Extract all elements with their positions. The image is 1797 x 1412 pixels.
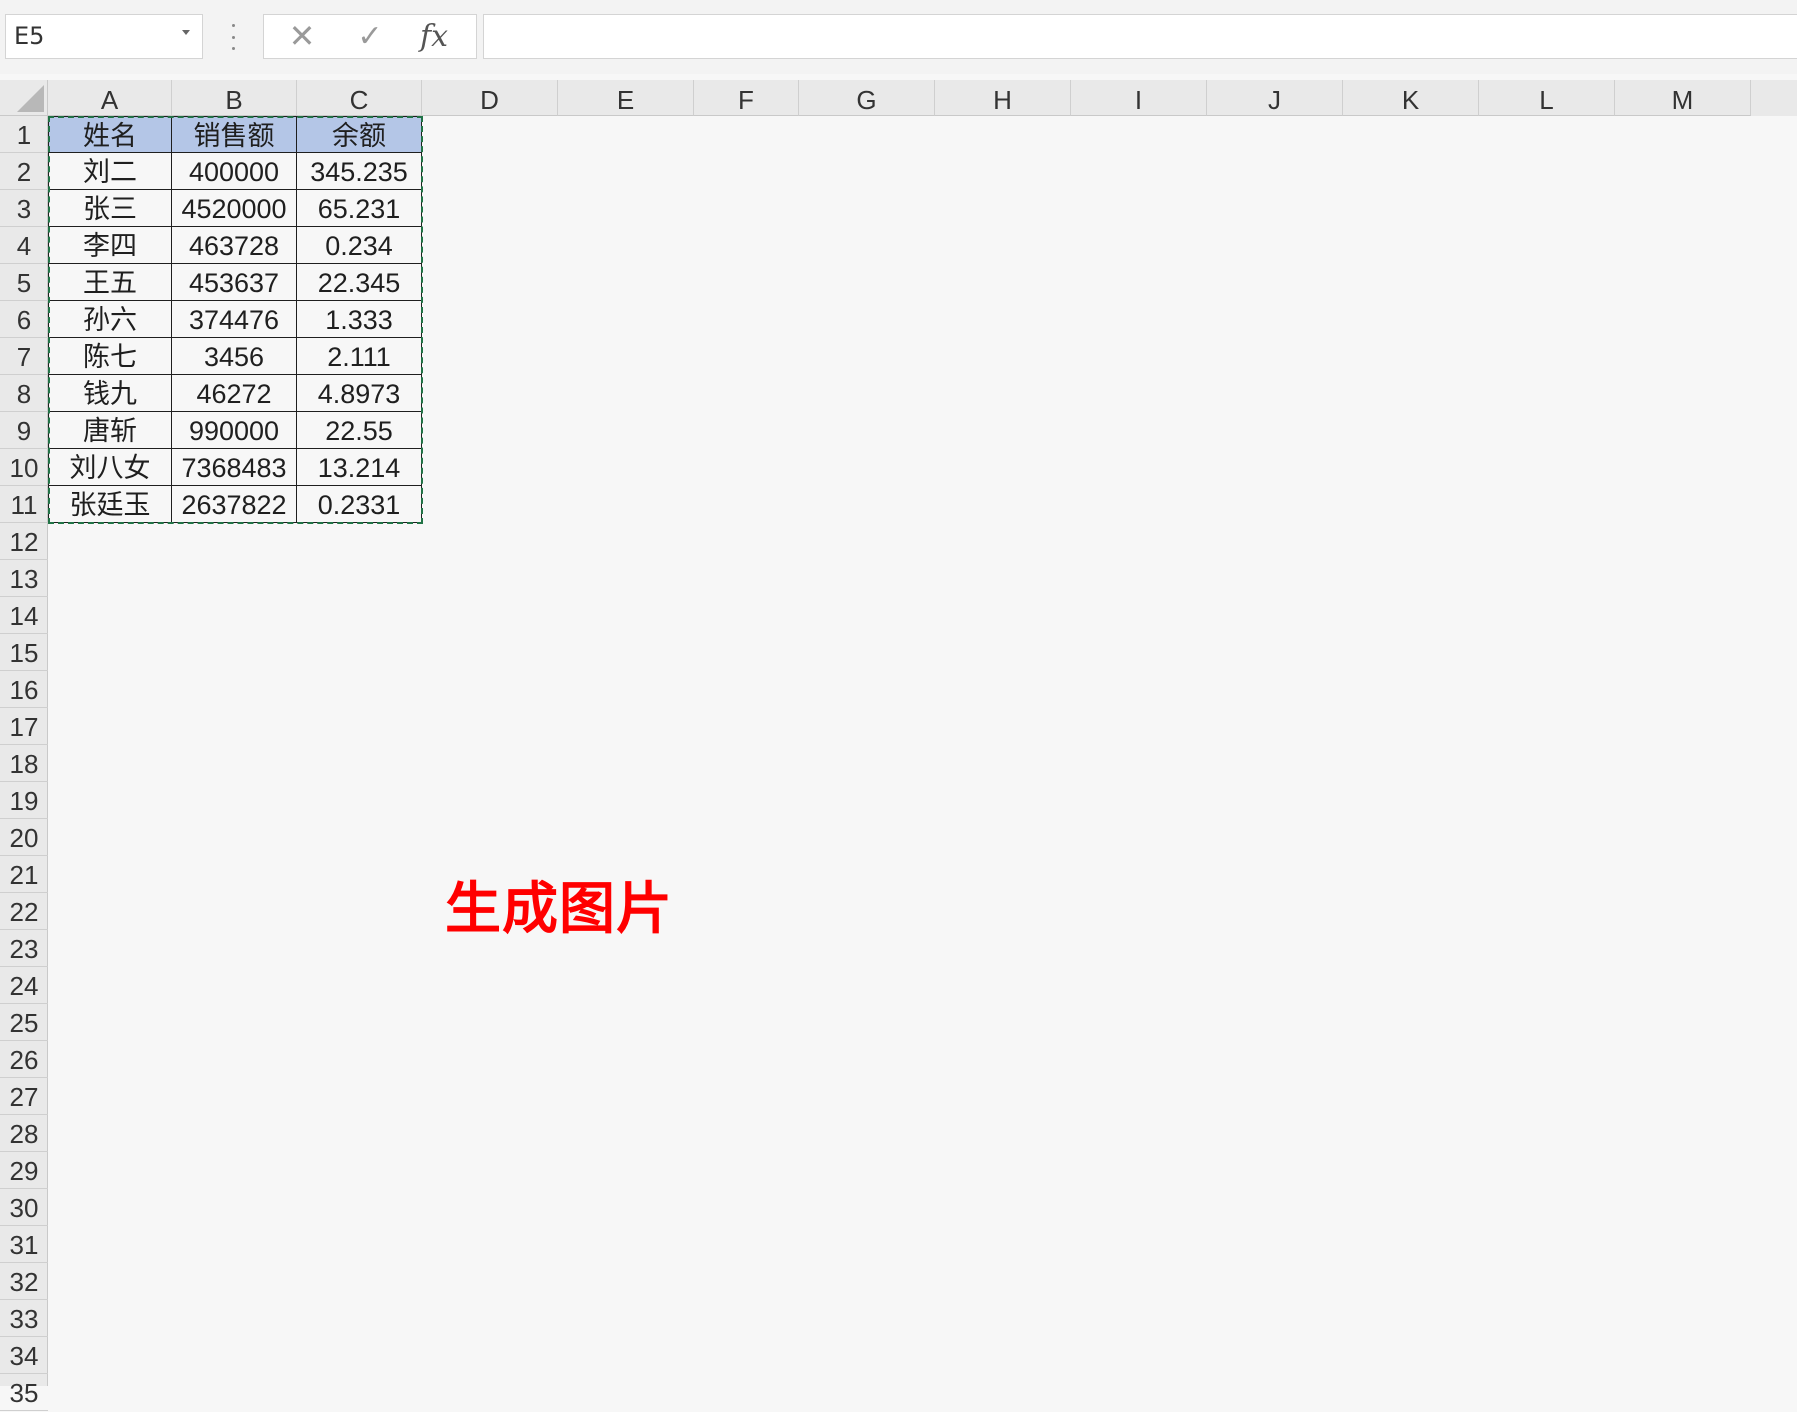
row-header-20[interactable]: 20 — [0, 819, 48, 856]
row-header-32[interactable]: 32 — [0, 1263, 48, 1300]
row-header-10[interactable]: 10 — [0, 449, 48, 486]
column-header-f[interactable]: F — [694, 80, 799, 116]
row-header-28[interactable]: 28 — [0, 1115, 48, 1152]
table-header-cell[interactable]: 销售额 — [172, 116, 297, 153]
table-cell[interactable]: 13.214 — [297, 449, 422, 486]
row-header-23[interactable]: 23 — [0, 930, 48, 967]
table-cell[interactable]: 990000 — [172, 412, 297, 449]
table-cell[interactable]: 4520000 — [172, 190, 297, 227]
column-header-d[interactable]: D — [422, 80, 558, 116]
table-cell[interactable]: 0.234 — [297, 227, 422, 264]
confirm-icon[interactable]: ✓ — [340, 15, 400, 58]
row-header-7[interactable]: 7 — [0, 338, 48, 375]
column-header-l[interactable]: L — [1479, 80, 1615, 116]
table-cell[interactable]: 22.345 — [297, 264, 422, 301]
table-cell[interactable]: 刘八女 — [48, 449, 172, 486]
column-header-g[interactable]: G — [799, 80, 935, 116]
row-header-1[interactable]: 1 — [0, 116, 48, 153]
table-cell[interactable]: 张廷玉 — [48, 486, 172, 523]
formula-buttons: ✕ ✓ fx — [263, 14, 477, 59]
column-header-k[interactable]: K — [1343, 80, 1479, 116]
column-header-e[interactable]: E — [558, 80, 694, 116]
column-header-c[interactable]: C — [297, 80, 422, 116]
row-header-21[interactable]: 21 — [0, 856, 48, 893]
worksheet-grid[interactable]: 姓名 销售额 余额 刘二 400000 345.235 张三 4520000 65.231 李四 4… — [48, 116, 1797, 1386]
row-header-29[interactable]: 29 — [0, 1152, 48, 1189]
column-header-h[interactable]: H — [935, 80, 1071, 116]
select-all-button[interactable] — [0, 80, 48, 116]
table-cell[interactable]: 刘二 — [48, 153, 172, 190]
column-header-a[interactable]: A — [48, 80, 172, 116]
annotation-text: 生成图片 — [445, 877, 673, 942]
row-header-17[interactable]: 17 — [0, 708, 48, 745]
row-header-26[interactable]: 26 — [0, 1041, 48, 1078]
row-header-5[interactable]: 5 — [0, 264, 48, 301]
insert-function-icon[interactable]: fx — [404, 15, 464, 58]
chevron-down-icon[interactable] — [182, 30, 190, 35]
column-header-row: ABCDEFGHIJKLM — [48, 80, 1797, 116]
row-header-30[interactable]: 30 — [0, 1189, 48, 1226]
table-cell[interactable]: 7368483 — [172, 449, 297, 486]
row-header-14[interactable]: 14 — [0, 597, 48, 634]
table-cell[interactable]: 463728 — [172, 227, 297, 264]
row-header-3[interactable]: 3 — [0, 190, 48, 227]
table-cell[interactable]: 陈七 — [48, 338, 172, 375]
formula-input[interactable] — [483, 14, 1797, 59]
row-header-11[interactable]: 11 — [0, 486, 48, 523]
row-header-19[interactable]: 19 — [0, 782, 48, 819]
table-cell[interactable]: 3456 — [172, 338, 297, 375]
row-header-6[interactable]: 6 — [0, 301, 48, 338]
row-header-27[interactable]: 27 — [0, 1078, 48, 1115]
table-cell[interactable]: 4.8973 — [297, 375, 422, 412]
table-cell[interactable]: 张三 — [48, 190, 172, 227]
name-box[interactable]: E5 — [5, 14, 203, 59]
table-header-cell[interactable]: 姓名 — [48, 116, 172, 153]
row-header-33[interactable]: 33 — [0, 1300, 48, 1337]
drag-handle-icon[interactable] — [228, 24, 238, 50]
table-cell[interactable]: 65.231 — [297, 190, 422, 227]
name-box-value: E5 — [14, 22, 45, 50]
column-header-m[interactable]: M — [1615, 80, 1751, 116]
table-cell[interactable]: 22.55 — [297, 412, 422, 449]
row-header-13[interactable]: 13 — [0, 560, 48, 597]
row-header-12[interactable]: 12 — [0, 523, 48, 560]
column-header-j[interactable]: J — [1207, 80, 1343, 116]
row-header-35[interactable]: 35 — [0, 1374, 48, 1411]
table-cell[interactable]: 李四 — [48, 227, 172, 264]
row-header-34[interactable]: 34 — [0, 1337, 48, 1374]
table-cell[interactable]: 0.2331 — [297, 486, 422, 523]
row-header-4[interactable]: 4 — [0, 227, 48, 264]
cancel-icon[interactable]: ✕ — [272, 15, 332, 58]
row-header-9[interactable]: 9 — [0, 412, 48, 449]
table-cell[interactable]: 374476 — [172, 301, 297, 338]
formula-bar: E5 ✕ ✓ fx — [0, 0, 1797, 74]
column-header-i[interactable]: I — [1071, 80, 1207, 116]
row-header-24[interactable]: 24 — [0, 967, 48, 1004]
row-header-2[interactable]: 2 — [0, 153, 48, 190]
table-header-cell[interactable]: 余额 — [297, 116, 422, 153]
table-cell[interactable]: 钱九 — [48, 375, 172, 412]
table-cell[interactable]: 453637 — [172, 264, 297, 301]
table-cell[interactable]: 400000 — [172, 153, 297, 190]
row-header-15[interactable]: 15 — [0, 634, 48, 671]
table-cell[interactable]: 46272 — [172, 375, 297, 412]
table-cell[interactable]: 孙六 — [48, 301, 172, 338]
row-header-8[interactable]: 8 — [0, 375, 48, 412]
table-cell[interactable]: 2.111 — [297, 338, 422, 375]
row-header-31[interactable]: 31 — [0, 1226, 48, 1263]
row-header-25[interactable]: 25 — [0, 1004, 48, 1041]
row-header-16[interactable]: 16 — [0, 671, 48, 708]
row-header-column: 1 2 3 4 5 6 7 8 9 10 11 12 13 14 15 16 17 18 19 20 21 22 23 24 2… — [0, 116, 48, 1411]
table-cell[interactable]: 唐斩 — [48, 412, 172, 449]
row-header-22[interactable]: 22 — [0, 893, 48, 930]
table-cell[interactable]: 345.235 — [297, 153, 422, 190]
table-cell[interactable]: 1.333 — [297, 301, 422, 338]
table-cell[interactable]: 王五 — [48, 264, 172, 301]
row-header-18[interactable]: 18 — [0, 745, 48, 782]
column-header-b[interactable]: B — [172, 80, 297, 116]
table-cell[interactable]: 2637822 — [172, 486, 297, 523]
